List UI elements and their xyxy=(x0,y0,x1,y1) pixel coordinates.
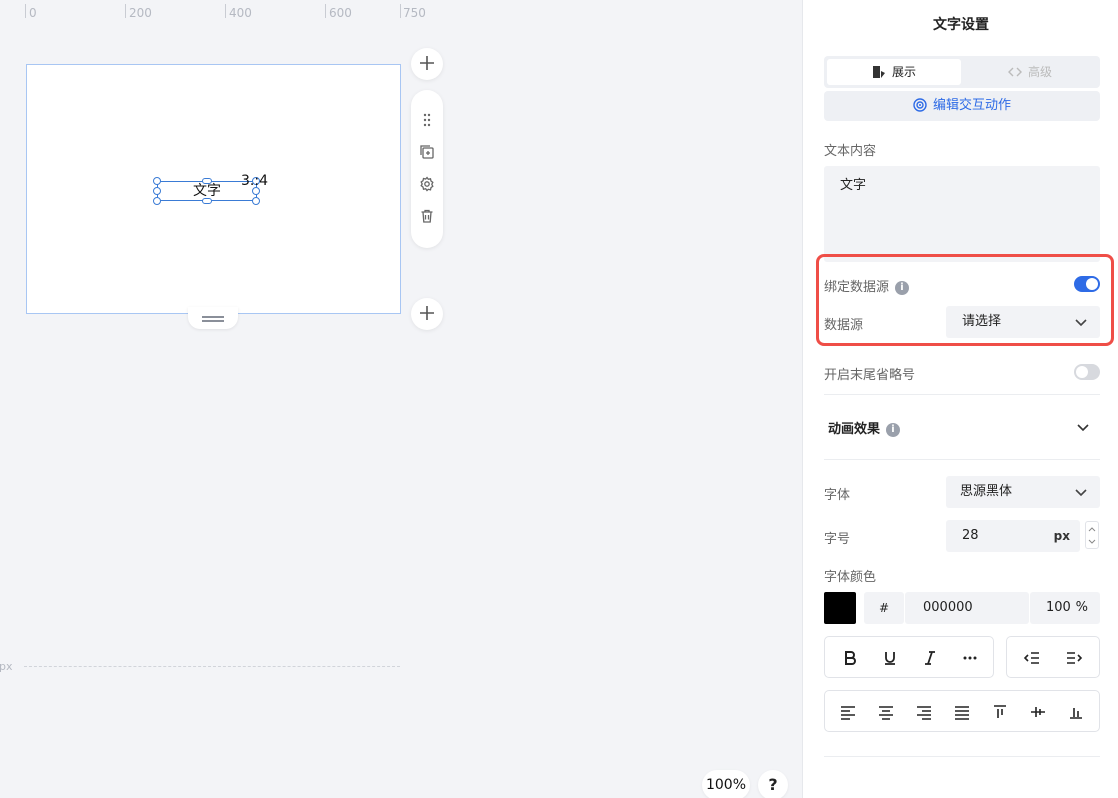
color-opacity-input[interactable]: 100 % xyxy=(1030,592,1100,624)
align-justify-icon[interactable] xyxy=(953,703,971,721)
resize-handle[interactable] xyxy=(153,187,161,195)
tab-label: 展示 xyxy=(891,65,916,79)
more-icon[interactable] xyxy=(961,649,979,667)
code-icon xyxy=(1007,67,1022,77)
font-size-label: 字号 xyxy=(824,532,851,547)
align-top-icon[interactable] xyxy=(991,703,1009,721)
animation-section-header[interactable]: 动画效果 i xyxy=(828,418,901,437)
opacity-value: 100 xyxy=(1046,600,1071,615)
help-button[interactable]: ? xyxy=(758,770,788,798)
chevron-down-icon[interactable] xyxy=(1088,538,1096,546)
ruler-label: 400 xyxy=(229,6,252,20)
settings-panel: 文字设置 展示 高级 编辑交互动作 文本内容 绑定数据源i 数据源 请选择 开启… xyxy=(802,0,1118,798)
text-content-label: 文本内容 xyxy=(824,144,877,159)
font-select[interactable]: 思源黑体 xyxy=(946,476,1100,508)
ruler-tick xyxy=(325,4,326,18)
datasource-label: 数据源 xyxy=(824,318,864,333)
ellipsis-toggle[interactable] xyxy=(1074,364,1100,380)
bold-icon[interactable] xyxy=(841,649,859,667)
chevron-down-icon[interactable] xyxy=(1076,420,1090,434)
align-left-icon[interactable] xyxy=(839,703,857,721)
plus-icon xyxy=(420,306,434,320)
font-size-unit: px xyxy=(1053,529,1070,543)
ruler-tick xyxy=(225,4,226,18)
resize-handle[interactable] xyxy=(252,197,260,205)
chevron-down-icon xyxy=(1075,319,1087,327)
ruler-label: 0 xyxy=(29,6,37,20)
add-component-top-button[interactable] xyxy=(411,48,443,80)
interaction-label: 编辑交互动作 xyxy=(932,98,1011,113)
display-icon xyxy=(872,66,885,78)
tab-label: 高级 xyxy=(1027,65,1052,79)
color-hex-input[interactable]: 000000 xyxy=(905,592,1029,624)
zoom-level[interactable]: 100% xyxy=(702,770,750,798)
ruler-label: 200 xyxy=(129,6,152,20)
datasource-value: 请选择 xyxy=(962,314,1002,329)
align-middle-icon[interactable] xyxy=(1029,703,1047,721)
divider xyxy=(824,394,1100,395)
bind-datasource-toggle[interactable] xyxy=(1074,276,1100,292)
underline-icon[interactable] xyxy=(881,649,899,667)
edit-interaction-button[interactable]: 编辑交互动作 xyxy=(824,91,1100,121)
align-right-icon[interactable] xyxy=(915,703,933,721)
add-component-bottom-button[interactable] xyxy=(411,298,443,330)
align-center-icon[interactable] xyxy=(877,703,895,721)
ruler-tick xyxy=(125,4,126,18)
copy-icon[interactable] xyxy=(419,144,435,160)
artboard-resize-handle[interactable] xyxy=(188,307,238,329)
resize-handle[interactable] xyxy=(153,197,161,205)
outdent-icon[interactable] xyxy=(1023,649,1041,667)
alignment-group xyxy=(824,690,1100,732)
ruler-tick xyxy=(25,4,26,18)
chevron-down-icon xyxy=(1075,489,1087,497)
info-icon[interactable]: i xyxy=(886,423,901,437)
plus-icon xyxy=(420,56,434,70)
ruler-label: 600 xyxy=(329,6,352,20)
component-toolbar xyxy=(411,90,443,248)
panel-tabs: 展示 高级 xyxy=(824,56,1100,88)
gear-icon[interactable] xyxy=(419,176,435,192)
trash-icon[interactable] xyxy=(419,208,435,224)
ruler-label: 750 xyxy=(403,6,426,20)
ellipsis-label: 开启末尾省略号 xyxy=(824,368,916,383)
italic-icon[interactable] xyxy=(921,649,939,667)
datasource-select[interactable]: 请选择 xyxy=(946,306,1100,338)
page-boundary-line xyxy=(24,666,400,667)
text-content-input[interactable] xyxy=(824,166,1100,262)
tab-display[interactable]: 展示 xyxy=(827,59,961,85)
font-label: 字体 xyxy=(824,488,851,503)
align-bottom-icon[interactable] xyxy=(1067,703,1085,721)
divider xyxy=(824,756,1100,757)
chevron-up-icon[interactable] xyxy=(1088,525,1096,533)
bind-datasource-label: 绑定数据源 i xyxy=(824,276,910,295)
target-icon xyxy=(913,98,927,112)
tab-advanced[interactable]: 高级 xyxy=(963,59,1097,85)
text-style-group xyxy=(824,636,994,678)
font-color-label: 字体颜色 xyxy=(824,570,877,585)
hash-prefix: # xyxy=(864,592,904,624)
info-icon[interactable]: i xyxy=(895,281,910,295)
color-swatch[interactable] xyxy=(824,592,856,624)
font-size-stepper[interactable] xyxy=(1085,521,1099,549)
resize-handle[interactable] xyxy=(153,177,161,185)
resize-handle[interactable] xyxy=(202,178,212,184)
left-ruler-label: 0px xyxy=(0,660,13,673)
drag-dots-icon[interactable] xyxy=(419,112,435,128)
indent-icon[interactable] xyxy=(1065,649,1083,667)
size-tag: 3.:4 xyxy=(241,173,268,189)
ruler-tick xyxy=(400,4,401,18)
font-size-value: 28 xyxy=(962,528,979,543)
resize-handle[interactable] xyxy=(202,198,212,204)
divider xyxy=(824,459,1100,460)
top-ruler: 0 200 400 600 750 xyxy=(0,0,802,22)
indent-group xyxy=(1006,636,1100,678)
opacity-unit: % xyxy=(1075,600,1088,615)
font-size-input[interactable]: 28 px xyxy=(946,520,1080,552)
canvas-area[interactable]: 0 200 400 600 750 0px 文字 3.:4 xyxy=(0,0,802,798)
panel-title: 文字设置 xyxy=(933,17,989,33)
font-value: 思源黑体 xyxy=(960,484,1013,499)
